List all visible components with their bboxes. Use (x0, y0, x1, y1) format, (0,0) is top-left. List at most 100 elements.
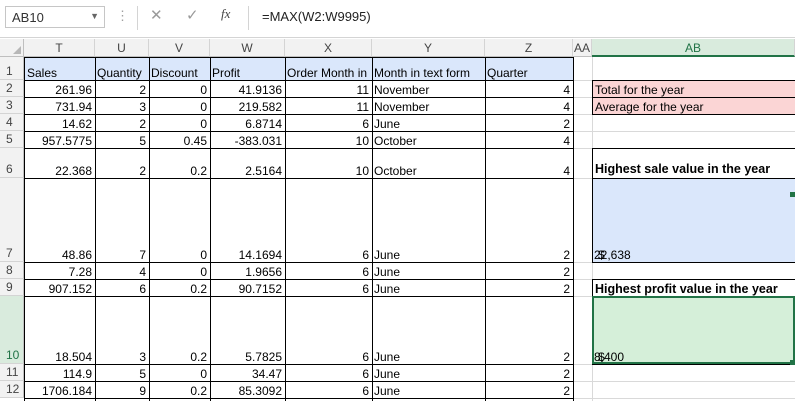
profit-cell[interactable]: 85.3092 (210, 381, 285, 398)
order-month-cell[interactable]: 11 (285, 80, 372, 97)
sales-cell[interactable]: 261.96 (25, 80, 95, 97)
profit-cell[interactable]: 14.1694 (210, 178, 285, 262)
row-header-7[interactable]: 7 (0, 178, 24, 262)
month-text-cell[interactable]: June (372, 178, 485, 262)
discount-cell[interactable]: 0.2 (149, 148, 210, 178)
discount-cell[interactable]: 0.2 (149, 381, 210, 398)
column-header-y[interactable]: Y (372, 39, 485, 57)
column-header-v[interactable]: V (149, 39, 210, 57)
header-quantity[interactable]: Quantity (95, 57, 149, 80)
average-for-year-label[interactable]: Average for the year (592, 97, 795, 114)
quantity-cell[interactable]: 6 (95, 279, 149, 296)
discount-cell[interactable]: 0 (149, 178, 210, 262)
discount-cell[interactable]: 0.2 (149, 296, 210, 364)
sales-cell[interactable]: 22.368 (25, 148, 95, 178)
header-quarter[interactable]: Quarter (485, 57, 573, 80)
order-month-cell[interactable]: 6 (285, 296, 372, 364)
profit-cell[interactable]: 6.8714 (210, 114, 285, 131)
row-header-12[interactable]: 12 (0, 381, 24, 398)
order-month-cell[interactable]: 6 (285, 381, 372, 398)
profit-cell[interactable]: 1.9656 (210, 262, 285, 279)
quantity-cell[interactable]: 2 (95, 80, 149, 97)
profit-cell[interactable]: 219.582 (210, 97, 285, 114)
discount-cell[interactable]: 0 (149, 114, 210, 131)
profit-cell[interactable]: 2.5164 (210, 148, 285, 178)
quarter-cell[interactable]: 4 (485, 131, 573, 148)
row-header-9[interactable]: 9 (0, 279, 24, 296)
quarter-cell[interactable]: 2 (485, 114, 573, 131)
total-for-year-label[interactable]: Total for the year (592, 80, 795, 97)
sales-cell[interactable]: 7.28 (25, 262, 95, 279)
profit-cell[interactable]: 90.7152 (210, 279, 285, 296)
profit-cell[interactable]: 41.9136 (210, 80, 285, 97)
column-header-u[interactable]: U (95, 39, 149, 57)
discount-cell[interactable]: 0.2 (149, 279, 210, 296)
quarter-cell[interactable]: 2 (485, 178, 573, 262)
quantity-cell[interactable]: 3 (95, 296, 149, 364)
header-profit[interactable]: Profit (210, 57, 285, 80)
sales-cell[interactable]: 907.152 (25, 279, 95, 296)
quantity-cell[interactable]: 2 (95, 148, 149, 178)
enter-check-icon[interactable]: ✓ (186, 6, 199, 24)
row-header-5[interactable]: 5 (0, 131, 24, 148)
quarter-cell[interactable]: 4 (485, 148, 573, 178)
quantity-cell[interactable]: 7 (95, 178, 149, 262)
row-header-10[interactable]: 10 (0, 296, 24, 364)
column-header-ab[interactable]: AB (592, 39, 795, 57)
quarter-cell[interactable]: 2 (485, 279, 573, 296)
quarter-cell[interactable]: 2 (485, 262, 573, 279)
month-text-cell[interactable]: October (372, 131, 485, 148)
row-header-11[interactable]: 11 (0, 364, 24, 381)
cancel-icon[interactable]: ✕ (150, 6, 163, 24)
discount-cell[interactable]: 0 (149, 364, 210, 381)
header-discount[interactable]: Discount (149, 57, 210, 80)
quantity-cell[interactable]: 5 (95, 131, 149, 148)
quarter-cell[interactable]: 2 (485, 296, 573, 364)
header-order-month[interactable]: Order Month in (285, 57, 372, 80)
order-month-cell[interactable]: 6 (285, 178, 372, 262)
chevron-down-icon[interactable]: ▼ (90, 11, 99, 21)
sales-cell[interactable]: 957.5775 (25, 131, 95, 148)
month-text-cell[interactable]: November (372, 97, 485, 114)
profit-cell[interactable]: -383.031 (210, 131, 285, 148)
row-header-2[interactable]: 2 (0, 80, 24, 97)
profit-cell[interactable]: 34.47 (210, 364, 285, 381)
month-text-cell[interactable]: June (372, 296, 485, 364)
highest-sale-value-cell[interactable]: $ 22,638 (592, 178, 795, 262)
header-month-text[interactable]: Month in text form (372, 57, 485, 80)
quantity-cell[interactable]: 5 (95, 364, 149, 381)
month-text-cell[interactable]: October (372, 148, 485, 178)
quarter-cell[interactable]: 2 (485, 364, 573, 381)
profit-cell[interactable]: 5.7825 (210, 296, 285, 364)
order-month-cell[interactable]: 6 (285, 364, 372, 381)
sales-cell[interactable]: 114.9 (25, 364, 95, 381)
header-sales[interactable]: Sales (25, 57, 95, 80)
row-header-6[interactable]: 6 (0, 148, 24, 178)
column-header-x[interactable]: X (285, 39, 372, 57)
fill-handle[interactable] (790, 360, 795, 365)
month-text-cell[interactable]: June (372, 262, 485, 279)
highest-sale-label[interactable]: Highest sale value in the year (592, 148, 795, 178)
quarter-cell[interactable]: 2 (485, 381, 573, 398)
discount-cell[interactable]: 0.45 (149, 131, 210, 148)
month-text-cell[interactable]: June (372, 364, 485, 381)
order-month-cell[interactable]: 6 (285, 114, 372, 131)
column-header-z[interactable]: Z (485, 39, 573, 57)
select-all-corner[interactable] (0, 39, 24, 57)
quantity-cell[interactable]: 4 (95, 262, 149, 279)
quantity-cell[interactable]: 9 (95, 381, 149, 398)
quantity-cell[interactable]: 3 (95, 97, 149, 114)
order-month-cell[interactable]: 6 (285, 279, 372, 296)
order-month-cell[interactable]: 10 (285, 131, 372, 148)
order-month-cell[interactable]: 11 (285, 97, 372, 114)
sales-cell[interactable]: 731.94 (25, 97, 95, 114)
month-text-cell[interactable]: June (372, 381, 485, 398)
row-header-1[interactable]: 1 (0, 57, 24, 80)
row-header-4[interactable]: 4 (0, 114, 24, 131)
sales-cell[interactable]: 18.504 (25, 296, 95, 364)
quantity-cell[interactable]: 2 (95, 114, 149, 131)
discount-cell[interactable]: 0 (149, 80, 210, 97)
insert-function-icon[interactable]: fx (221, 6, 230, 22)
name-box[interactable]: AB10 ▼ (5, 6, 105, 28)
row-header-3[interactable]: 3 (0, 97, 24, 114)
